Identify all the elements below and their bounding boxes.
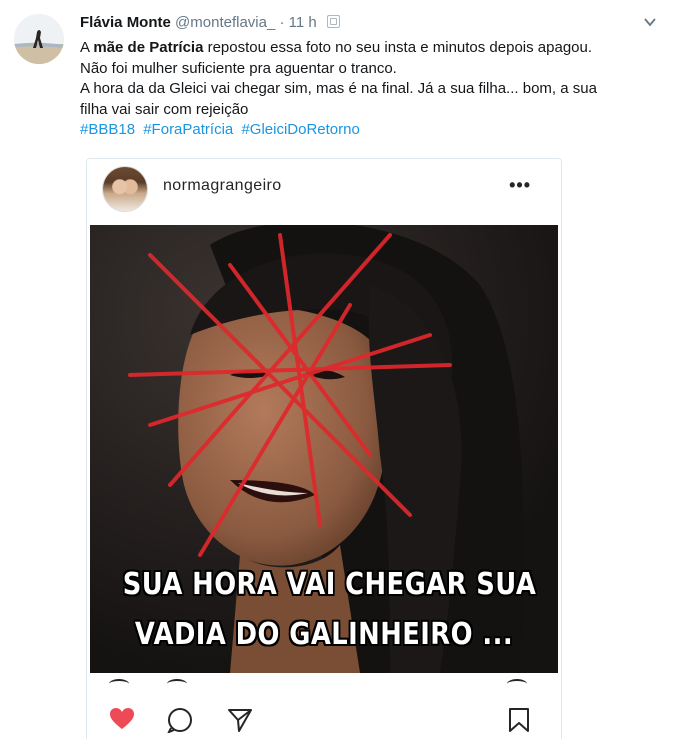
meme-caption-line-1: SUA HORA VAI CHEGAR SUA [122,567,537,602]
tweet-line-3: A hora da da Gleici vai chegar sim, mas … [80,80,597,97]
bold-mention: mãe de Patrícia [93,39,204,56]
media-icon [326,15,340,28]
post-photo: SUA HORA VAI CHEGAR SUA VADIA DO GALINHE… [90,225,558,673]
hashtag-forapatricia[interactable]: #ForaPatrícia [143,121,233,138]
divider-mark [167,679,187,689]
instagram-avatar [103,167,147,211]
heart-icon [109,707,135,736]
author-name[interactable]: Flávia Monte [80,14,171,31]
instagram-username: normagrangeiro [163,177,282,194]
tweet-timestamp[interactable]: 11 h [289,14,317,31]
tweet-line-2: Não foi mulher suficiente pra aguentar o… [80,59,397,77]
tweet-line-1: A mãe de Patrícia repostou essa foto no … [80,39,593,56]
bookmark-icon [508,707,530,738]
divider-mark [507,679,527,689]
meme-caption-line-2: VADIA DO GALINHEIRO ... [134,617,514,652]
share-icon [227,707,253,738]
comment-icon [166,707,193,738]
divider-mark [109,679,129,689]
author-avatar[interactable] [14,14,64,64]
tweet-text: A mãe de Patrícia repostou essa foto no … [80,38,660,141]
instagram-post-image[interactable]: normagrangeiro ••• SUA HORA VAI CHEGAR S… [86,158,562,739]
author-handle[interactable]: @monteflavia_ [175,14,275,31]
tweet-line-4: filha vai sair com rejeição [80,100,249,118]
hashtag-list: #BBB18 #ForaPatrícia #GleiciDoRetorno [80,120,660,141]
hashtag-gleicidoretorno[interactable]: #GleiciDoRetorno [241,121,359,138]
instagram-action-bar [87,673,561,739]
hashtag-bbb18[interactable]: #BBB18 [80,121,135,138]
chevron-down-icon[interactable] [640,14,660,34]
ellipsis-icon: ••• [509,175,531,195]
separator-dot: · [279,14,285,31]
tweet-header: Flávia Monte @monteflavia_ · 11 h [80,13,640,33]
